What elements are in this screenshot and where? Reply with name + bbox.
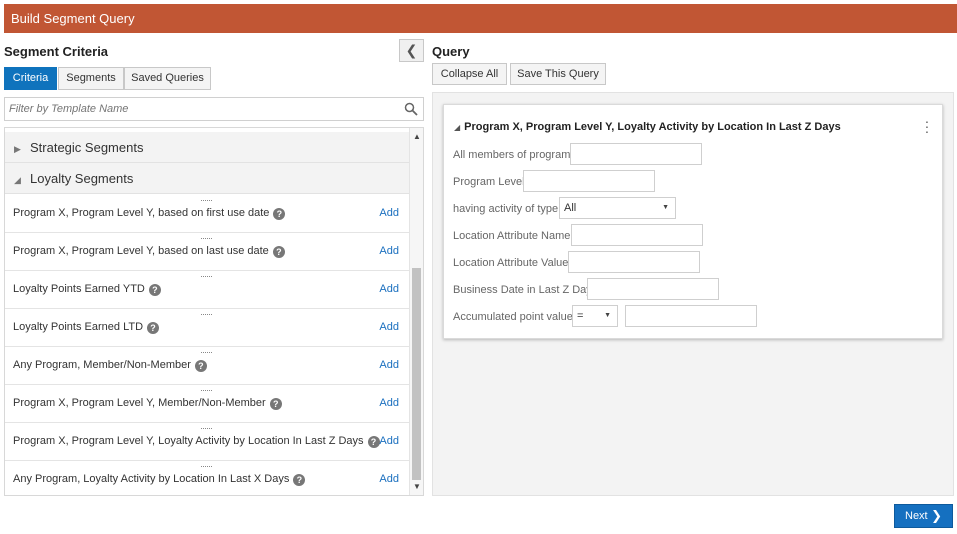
list-item[interactable]: Any Program, Loyalty Activity by Locatio… xyxy=(5,461,409,495)
field-label: Business Date in Last Z Days xyxy=(453,284,598,296)
scrollbar[interactable]: ▲ ▼ xyxy=(409,128,423,495)
group-loyalty-segments[interactable]: ◢ Loyalty Segments xyxy=(5,163,409,194)
field-label: All members of program xyxy=(453,149,571,161)
tab-saved-queries[interactable]: Saved Queries xyxy=(124,67,211,90)
select-value: All xyxy=(564,202,577,214)
list-item[interactable]: Program X, Program Level Y, based on fir… xyxy=(5,195,409,233)
add-button[interactable]: Add xyxy=(379,397,399,409)
business-date-input[interactable] xyxy=(587,278,719,300)
location-attribute-name-input[interactable] xyxy=(571,224,703,246)
field-label: Accumulated point value xyxy=(453,311,573,323)
list-item[interactable]: Program X, Program Level Y, Member/Non-M… xyxy=(5,385,409,423)
add-button[interactable]: Add xyxy=(379,207,399,219)
activity-type-select[interactable]: All ▼ xyxy=(559,197,676,219)
add-button[interactable]: Add xyxy=(379,283,399,295)
item-label: Loyalty Points Earned YTD xyxy=(13,283,145,295)
field-label: Location Attribute Value xyxy=(453,257,569,269)
list-item[interactable]: Any Program, Member/Non-Member? Add xyxy=(5,347,409,385)
help-icon[interactable]: ? xyxy=(194,360,207,372)
tab-segments[interactable]: Segments xyxy=(58,67,124,90)
help-icon[interactable]: ? xyxy=(269,398,282,410)
query-heading: Query xyxy=(432,44,470,59)
chevron-left-icon: ❮ xyxy=(405,42,418,58)
field-label: having activity of type xyxy=(453,203,559,215)
query-pane: ◢ Program X, Program Level Y, Loyalty Act… xyxy=(432,92,954,496)
list-item[interactable]: Program X, Program Level Y, Loyalty Acti… xyxy=(5,423,409,461)
list-item[interactable]: Loyalty Points Earned YTD? Add xyxy=(5,271,409,309)
item-label: Program X, Program Level Y, Member/Non-M… xyxy=(13,397,266,409)
drag-handle-icon[interactable] xyxy=(201,428,212,429)
next-button[interactable]: Next ❯ xyxy=(894,504,953,528)
add-button[interactable]: Add xyxy=(379,435,399,447)
drag-handle-icon[interactable] xyxy=(201,466,212,467)
list-item[interactable]: Program X, Program Level Y, based on las… xyxy=(5,233,409,271)
group-label: Loyalty Segments xyxy=(30,171,134,186)
add-button[interactable]: Add xyxy=(379,359,399,371)
tab-criteria[interactable]: Criteria xyxy=(4,67,57,90)
scrollbar-thumb[interactable] xyxy=(412,268,421,480)
add-button[interactable]: Add xyxy=(379,245,399,257)
list-item[interactable]: Loyalty Points Earned LTD? Add xyxy=(5,309,409,347)
template-list: ▶ Strategic Segments ◢ Loyalty Segments Pr… xyxy=(4,127,424,496)
help-icon[interactable]: ? xyxy=(272,246,285,258)
collapse-panel-button[interactable]: ❮ xyxy=(399,39,424,62)
drag-handle-icon[interactable] xyxy=(201,276,212,277)
add-button[interactable]: Add xyxy=(379,321,399,333)
point-value-input[interactable] xyxy=(625,305,757,327)
card-title: Program X, Program Level Y, Loyalty Acti… xyxy=(464,121,841,133)
location-attribute-value-input[interactable] xyxy=(568,251,700,273)
filter-box xyxy=(4,97,424,121)
triangle-down-icon: ◢ xyxy=(14,175,21,185)
item-label: Program X, Program Level Y, based on las… xyxy=(13,245,269,257)
help-icon[interactable]: ? xyxy=(293,474,306,486)
scroll-up-icon[interactable]: ▲ xyxy=(412,132,422,141)
dialog-title: Build Segment Query xyxy=(4,4,957,33)
triangle-right-icon: ▶ xyxy=(14,144,21,154)
drag-handle-icon[interactable] xyxy=(201,352,212,353)
help-icon[interactable]: ? xyxy=(367,436,380,448)
group-label: Strategic Segments xyxy=(30,140,144,155)
scroll-down-icon[interactable]: ▼ xyxy=(412,482,422,491)
program-input[interactable] xyxy=(570,143,702,165)
drag-handle-icon[interactable] xyxy=(201,200,212,201)
next-label: Next xyxy=(905,510,928,522)
triangle-down-icon[interactable]: ◢ xyxy=(454,123,460,132)
caret-down-icon: ▼ xyxy=(662,204,669,211)
item-label: Any Program, Member/Non-Member xyxy=(13,359,191,371)
drag-handle-icon[interactable] xyxy=(201,238,212,239)
filter-input[interactable] xyxy=(5,98,385,120)
operator-select[interactable]: = ▼ xyxy=(572,305,618,327)
item-label: Loyalty Points Earned LTD xyxy=(13,321,144,333)
field-label: Location Attribute Name xyxy=(453,230,571,242)
drag-handle-icon[interactable] xyxy=(201,314,212,315)
item-label: Program X, Program Level Y, based on fir… xyxy=(13,207,270,219)
collapse-all-button[interactable]: Collapse All xyxy=(432,63,507,85)
help-icon[interactable]: ? xyxy=(147,322,160,334)
field-label: Program Level xyxy=(453,176,525,188)
query-card: ◢ Program X, Program Level Y, Loyalty Act… xyxy=(443,104,943,339)
drag-handle-icon[interactable] xyxy=(201,390,212,391)
search-icon[interactable] xyxy=(404,102,418,121)
item-label: Program X, Program Level Y, Loyalty Acti… xyxy=(13,435,364,447)
more-options-icon[interactable]: · · · xyxy=(924,114,930,138)
caret-down-icon: ▼ xyxy=(604,312,611,319)
chevron-right-icon: ❯ xyxy=(931,508,942,523)
select-value: = xyxy=(577,310,584,322)
group-strategic-segments[interactable]: ▶ Strategic Segments xyxy=(5,132,409,163)
add-button[interactable]: Add xyxy=(379,473,399,485)
segment-criteria-heading: Segment Criteria xyxy=(4,44,109,59)
save-query-button[interactable]: Save This Query xyxy=(510,63,606,85)
help-icon[interactable]: ? xyxy=(148,284,161,296)
program-level-input[interactable] xyxy=(523,170,655,192)
item-label: Any Program, Loyalty Activity by Locatio… xyxy=(13,473,290,485)
help-icon[interactable]: ? xyxy=(273,208,286,220)
